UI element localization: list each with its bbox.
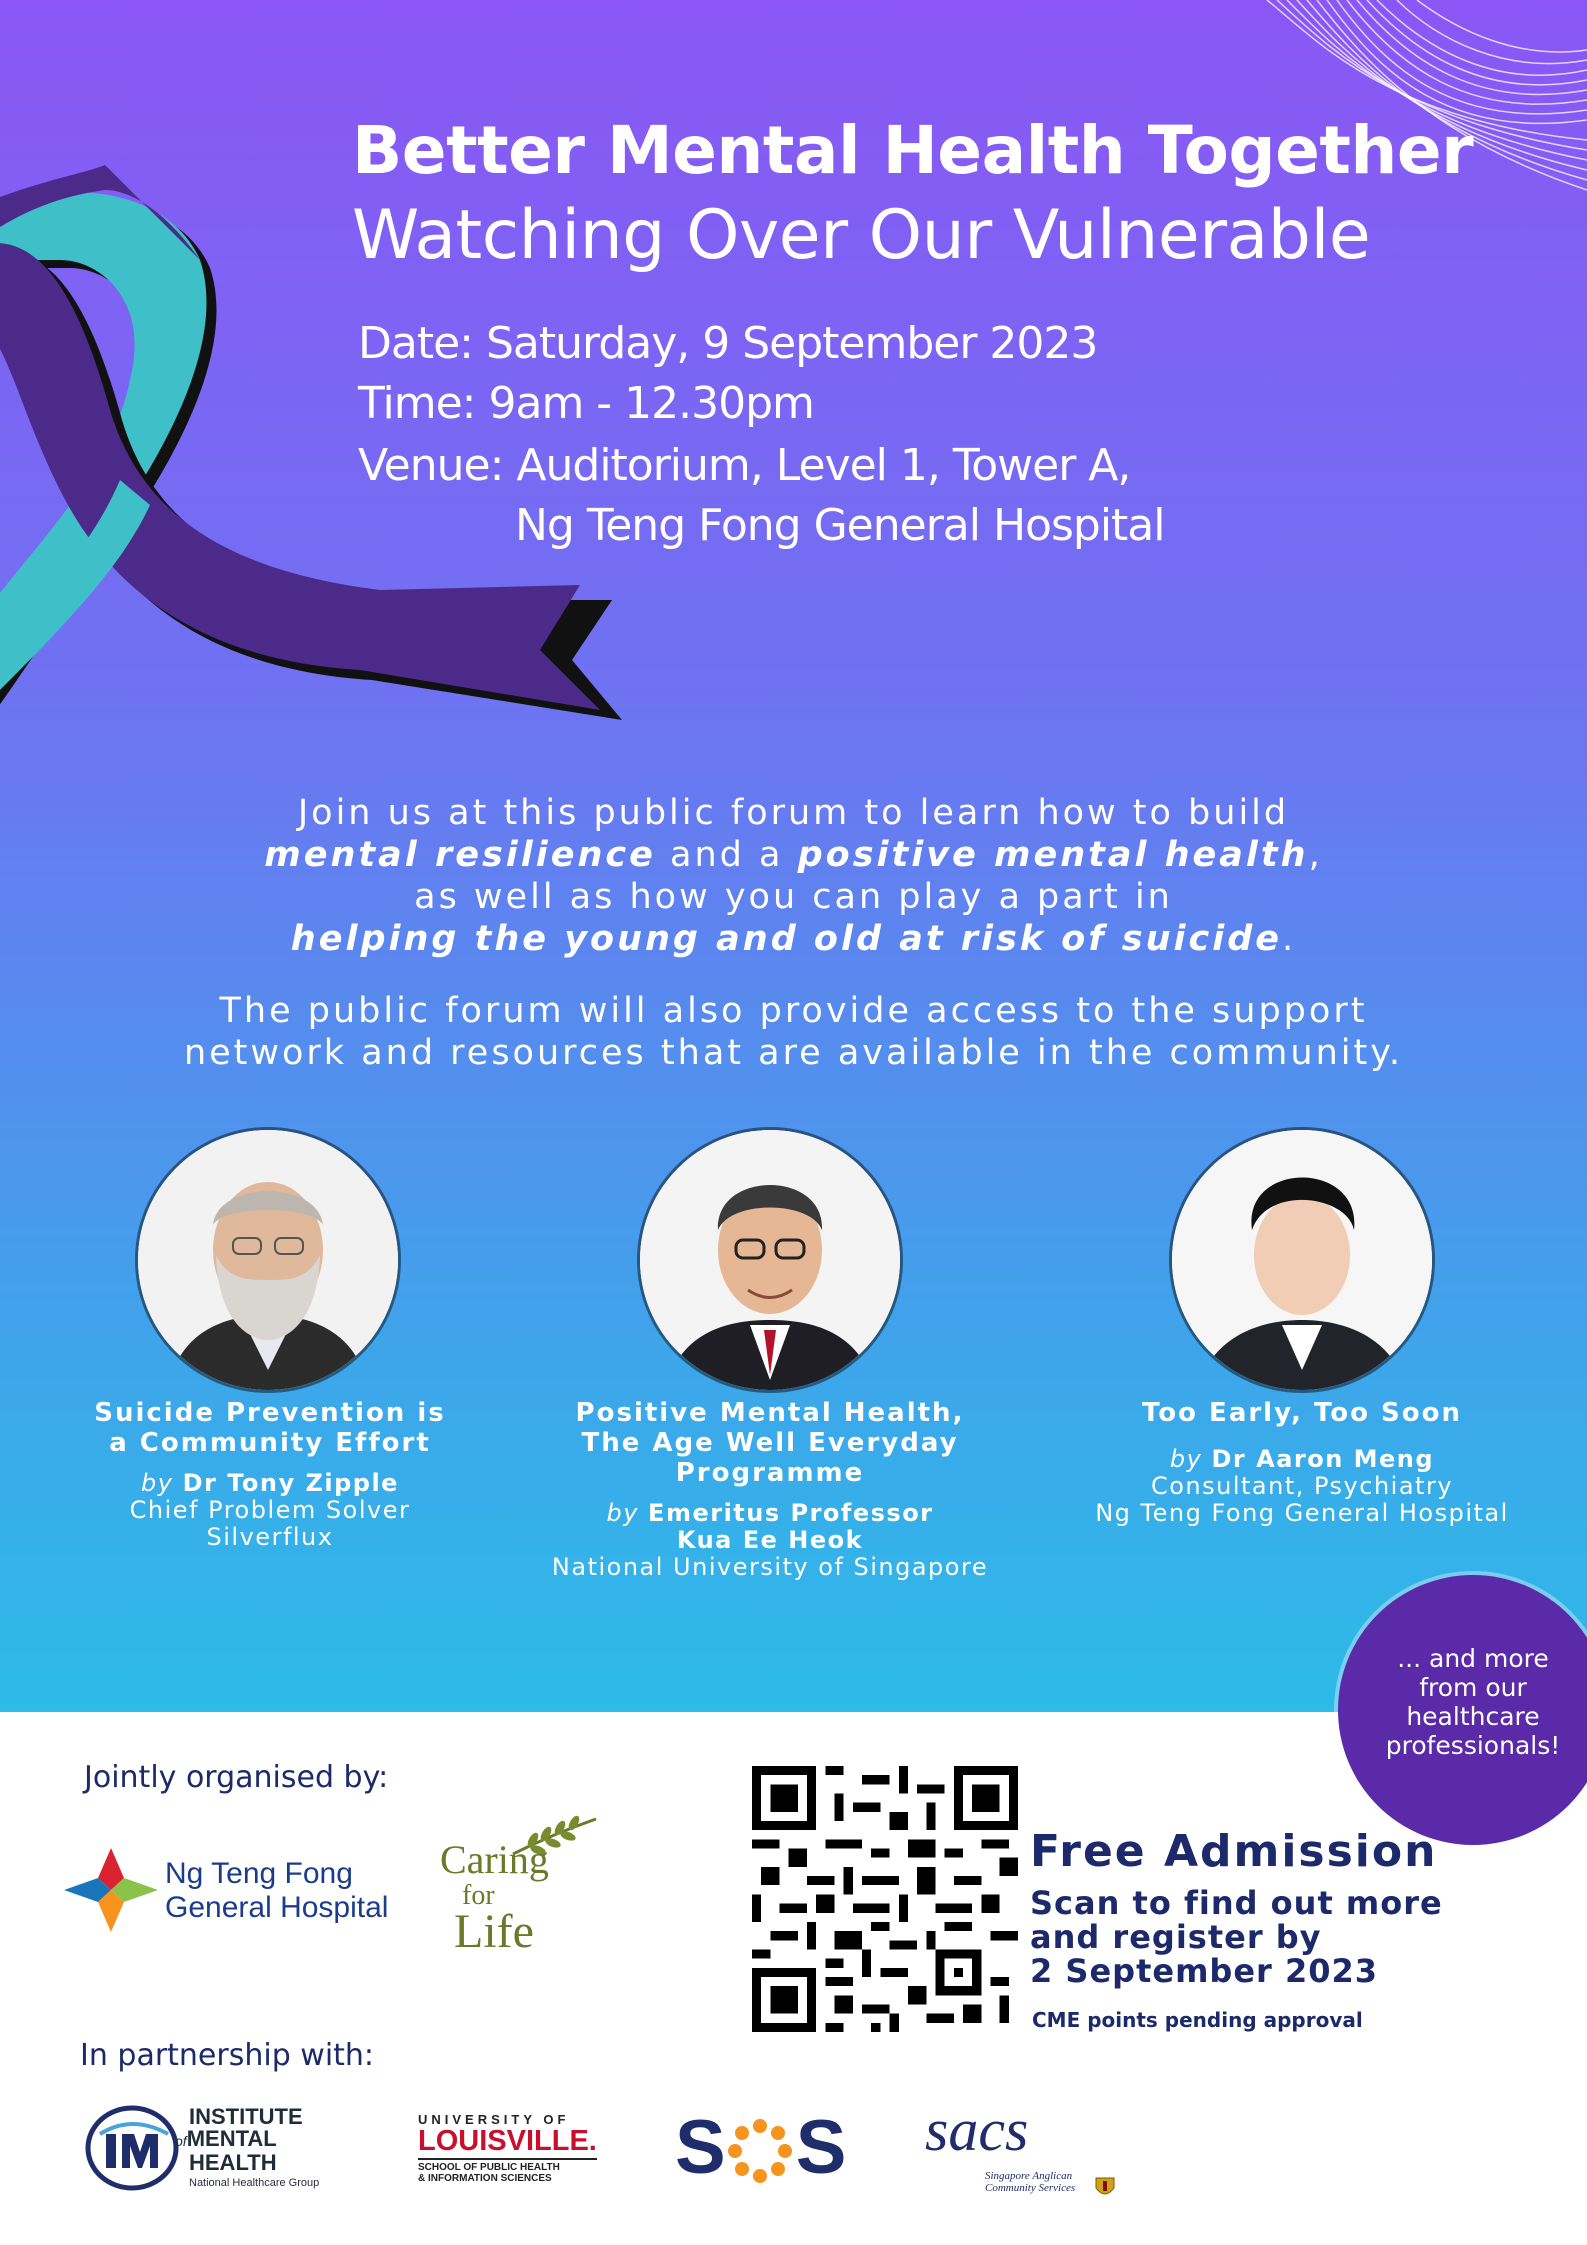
intro-line: as well as how you can play a part in xyxy=(414,877,1173,917)
intro-line: mental resilience and a positive mental … xyxy=(264,835,1323,875)
speaker-card: Too Early, Too Soon by Dr Aaron Meng Con… xyxy=(1072,1398,1532,1527)
intro-paragraph: Join us at this public forum to learn ho… xyxy=(0,792,1587,960)
speaker-photo xyxy=(640,1130,900,1390)
speaker-card: Positive Mental Health, The Age Well Eve… xyxy=(540,1398,1000,1581)
intro-line: Join us at this public forum to learn ho… xyxy=(297,793,1290,833)
free-admission-title: Free Admission xyxy=(1030,1826,1438,1877)
speaker-byline: by Dr Tony Zipple Chief Problem Solver S… xyxy=(129,1469,411,1551)
speaker-photo xyxy=(1172,1130,1432,1390)
event-title: Better Mental Health Together xyxy=(352,112,1474,189)
event-venue-line2: Ng Teng Fong General Hospital xyxy=(515,500,1165,551)
talk-title: Too Early, Too Soon xyxy=(1142,1398,1462,1428)
speaker-card: Suicide Prevention is a Community Effort… xyxy=(40,1398,500,1551)
more-speakers-text: ... and more from our healthcare profess… xyxy=(1385,1644,1561,1760)
event-time: Time: 9am - 12.30pm xyxy=(358,378,815,429)
ntfgh-logo: Ng Teng Fong General Hospital xyxy=(165,1857,389,1924)
speaker-byline: by Emeritus Professor Kua Ee Heok Nation… xyxy=(551,1499,989,1581)
partners-heading: In partnership with: xyxy=(80,2038,375,2073)
registration-instructions: Scan to find out more and register by 2 … xyxy=(1030,1884,1443,1990)
caring-for-life-logo: Caring for Life xyxy=(440,1837,549,1958)
university-of-louisville-logo: UNIVERSITY OF LOUISVILLE. SCHOOL OF PUBL… xyxy=(418,2112,597,2184)
event-venue: Venue: Auditorium, Level 1, Tower A, xyxy=(358,440,1131,491)
poster: Better Mental Health Together Watching O… xyxy=(0,0,1587,2245)
intro-line: network and resources that are available… xyxy=(183,1033,1404,1073)
talk-title: Suicide Prevention is a Community Effort xyxy=(94,1398,446,1458)
talk-title: Positive Mental Health, The Age Well Eve… xyxy=(575,1398,965,1488)
event-subtitle: Watching Over Our Vulnerable xyxy=(352,196,1371,275)
cme-note: CME points pending approval xyxy=(1032,2008,1363,2032)
intro-line: helping the young and old at risk of sui… xyxy=(290,919,1297,959)
qr-code-icon[interactable] xyxy=(752,1766,1018,2032)
speaker-photo xyxy=(138,1130,398,1390)
speaker-byline: by Dr Aaron Meng Consultant, Psychiatry … xyxy=(1095,1445,1509,1527)
speaker-portrait-3 xyxy=(1172,1130,1432,1390)
sacs-crest-icon xyxy=(1095,2177,1115,2195)
intro-line: The public forum will also provide acces… xyxy=(219,991,1368,1031)
event-date: Date: Saturday, 9 September 2023 xyxy=(358,318,1098,369)
intro-paragraph-2: The public forum will also provide acces… xyxy=(0,990,1587,1074)
imh-logo-icon xyxy=(85,2105,179,2191)
sacs-logo-text: Singapore Anglican Community Services xyxy=(985,2170,1076,2194)
hero-section: Better Mental Health Together Watching O… xyxy=(0,0,1587,1712)
sos-sun-icon xyxy=(728,2119,792,2183)
imh-logo: INSTITUTE ofMENTAL HEALTH National Healt… xyxy=(175,2104,320,2190)
sacs-logo: sacs xyxy=(925,2097,1029,2163)
speaker-portrait-1 xyxy=(138,1130,398,1390)
speaker-portrait-2 xyxy=(640,1130,900,1390)
ntfgh-logo-icon xyxy=(64,1848,158,1932)
organisers-heading: Jointly organised by: xyxy=(84,1760,389,1795)
